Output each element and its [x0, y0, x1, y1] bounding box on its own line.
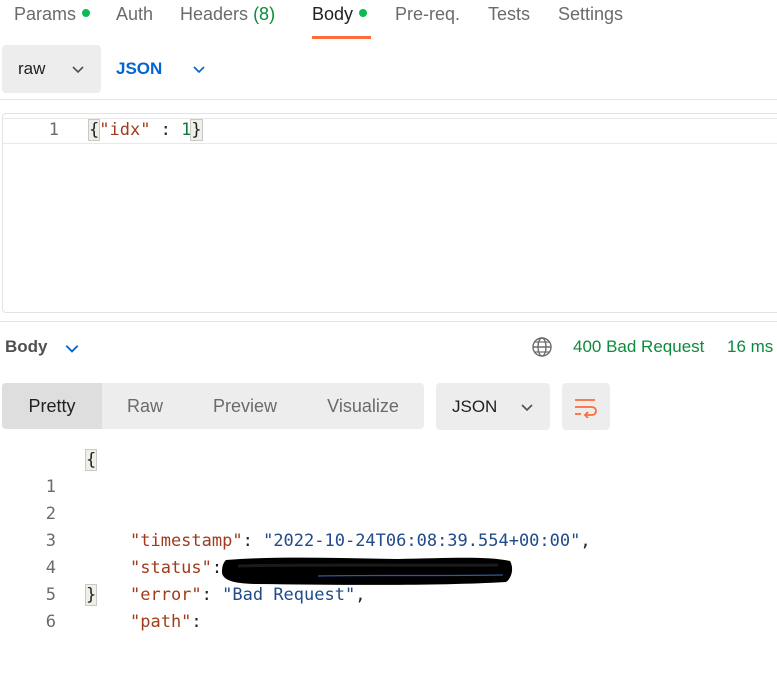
- bracket-close: }: [84, 584, 98, 606]
- code-line: 3 "status": 400,: [0, 501, 274, 578]
- response-body-label[interactable]: Body: [5, 337, 48, 357]
- redaction-scribble: [222, 557, 513, 585]
- body-language-value: JSON: [116, 59, 163, 78]
- view-tab-preview[interactable]: Preview: [188, 383, 302, 429]
- bracket-open: {: [87, 119, 101, 141]
- tab-auth[interactable]: Auth: [116, 4, 153, 25]
- line-number: 6: [45, 612, 56, 632]
- response-status[interactable]: 400 Bad Request: [573, 337, 704, 357]
- body-language-dropdown[interactable]: JSON: [116, 45, 206, 93]
- body-mode-dropdown[interactable]: raw: [2, 45, 101, 93]
- globe-icon[interactable]: [531, 336, 553, 358]
- code-line: 4 "error": "Bad Request",: [0, 528, 366, 605]
- code-content: "path":: [130, 612, 212, 632]
- tab-headers-label: Headers: [180, 4, 249, 24]
- json-trail: ,: [355, 585, 366, 605]
- editor-line: 1 {"idx" : 1}: [3, 118, 777, 144]
- json-key: "status": [130, 558, 212, 578]
- chevron-down-icon: [521, 403, 533, 411]
- response-format-dropdown[interactable]: JSON: [436, 383, 550, 430]
- request-body-editor[interactable]: 1 {"idx" : 1}: [2, 113, 777, 313]
- line-number: 1: [48, 120, 59, 140]
- wrap-lines-button[interactable]: [562, 383, 610, 430]
- code-line: 5 "path":: [0, 555, 202, 632]
- tab-params-label: Params: [14, 4, 77, 24]
- chevron-down-icon[interactable]: [64, 340, 80, 356]
- tab-params[interactable]: Params: [14, 4, 91, 25]
- json-key: "idx": [99, 120, 151, 140]
- view-tab-visualize[interactable]: Visualize: [302, 383, 424, 429]
- tab-settings-label: Settings: [558, 4, 624, 24]
- chevron-down-icon: [193, 66, 205, 74]
- tab-auth-label: Auth: [116, 4, 154, 24]
- tab-tests[interactable]: Tests: [488, 4, 530, 25]
- json-trail: ,: [580, 531, 591, 551]
- view-tab-pretty[interactable]: Pretty: [2, 383, 102, 429]
- params-indicator-dot: [82, 9, 91, 17]
- tab-prereq[interactable]: Pre-req.: [395, 4, 460, 25]
- tab-settings[interactable]: Settings: [558, 4, 623, 25]
- code-content: "timestamp": "2022-10-24T06:08:39.554+00…: [130, 531, 591, 551]
- body-indicator-dot: [359, 9, 368, 17]
- response-format-value: JSON: [452, 396, 498, 416]
- tab-headers[interactable]: Headers (8): [180, 4, 275, 25]
- response-view-tabs: Pretty Raw Preview Visualize: [2, 383, 424, 429]
- code-line: 6 }: [0, 582, 98, 632]
- tab-prereq-label: Pre-req.: [395, 4, 461, 24]
- bracket-open: {: [84, 449, 98, 471]
- tab-tests-label: Tests: [488, 4, 531, 24]
- json-value: 1: [181, 120, 192, 140]
- json-key: "timestamp": [130, 531, 243, 551]
- divider: [0, 321, 777, 322]
- json-value: "Bad Request": [222, 585, 356, 605]
- response-body-viewer[interactable]: 1 { 2 "timestamp": "2022-10-24T06:08:39.…: [0, 447, 777, 632]
- json-key: "error": [130, 585, 202, 605]
- chevron-down-icon: [72, 66, 84, 74]
- headers-count: (8): [253, 4, 276, 24]
- editor-line-content: {"idx" : 1}: [87, 119, 203, 141]
- tab-body[interactable]: Body: [312, 4, 368, 25]
- bracket-close: }: [190, 119, 203, 141]
- active-tab-underline: [312, 36, 371, 39]
- json-key: "path": [130, 612, 192, 632]
- body-mode-value: raw: [18, 59, 46, 78]
- code-line: 2 "timestamp": "2022-10-24T06:08:39.554+…: [0, 474, 591, 551]
- response-time[interactable]: 16 ms: [727, 337, 773, 357]
- wrap-lines-icon: [575, 398, 597, 418]
- divider: [0, 99, 777, 100]
- tab-body-label: Body: [312, 4, 354, 24]
- json-value: "2022-10-24T06:08:39.554+00:00": [263, 531, 581, 551]
- json-separator: :: [150, 120, 182, 140]
- request-tabs: Params Auth Headers (8) Body Pre-req. Te…: [0, 0, 777, 40]
- code-line: 1 {: [0, 447, 98, 497]
- view-tab-raw[interactable]: Raw: [102, 383, 188, 429]
